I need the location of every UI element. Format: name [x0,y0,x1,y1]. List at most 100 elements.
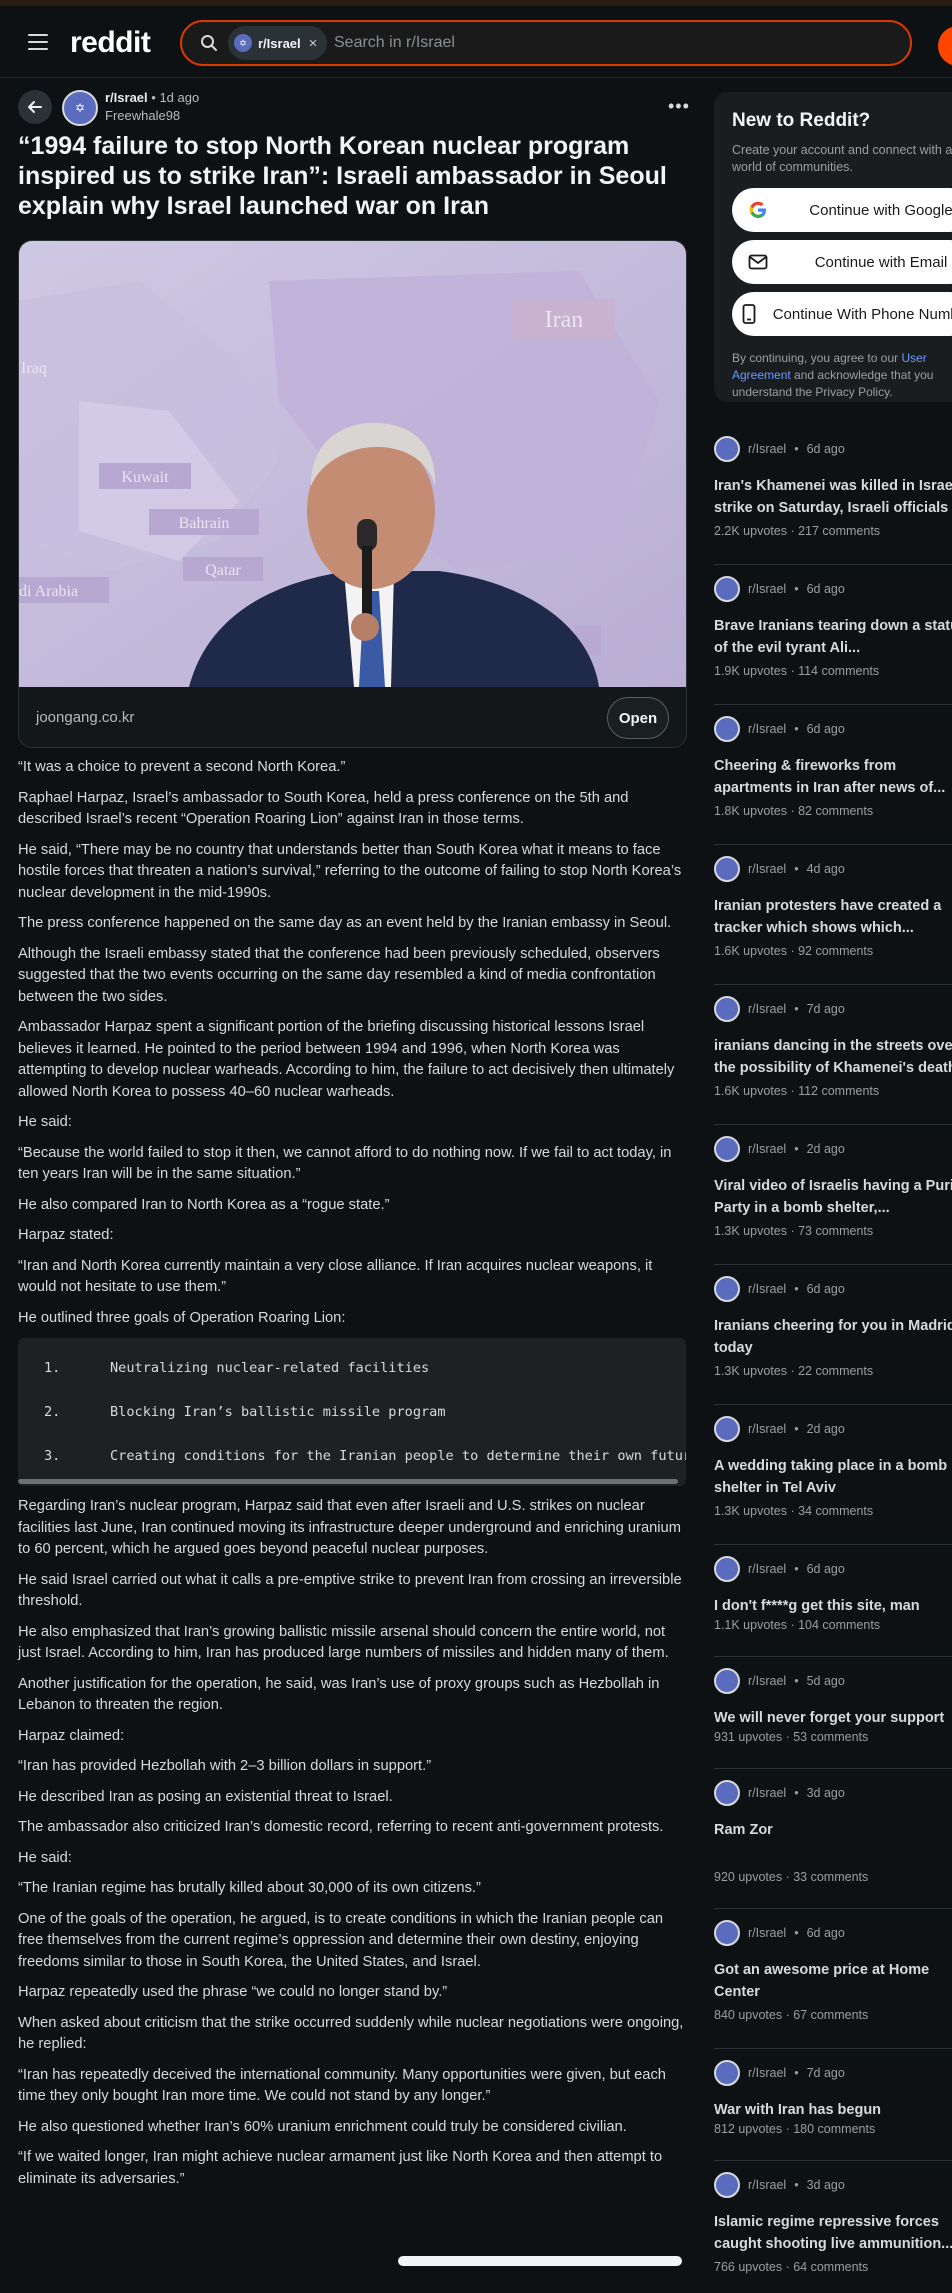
body-paragraph: “Iran has provided Hezbollah with 2–3 bi… [18,1758,432,1774]
related-post-item[interactable]: r/Israel • 6d ago Got an awesome price at H… [714,1920,952,2022]
body-paragraph: He also emphasized that Iran’s growing b… [18,1623,669,1662]
related-subreddit[interactable]: r/Israel [748,1142,786,1156]
signup-card: New to Reddit? Create your account and c… [714,92,952,402]
search-input[interactable]: Search in r/Israel [334,34,455,52]
divider [714,984,952,985]
home-indicator [398,2256,682,2266]
post-meta: r/Israel • 1d ago [105,90,200,105]
related-post-item[interactable]: r/Israel • 3d ago Islamic regime repressive… [714,2172,952,2274]
upvote-count: 2.2K upvotes [714,524,787,538]
related-subreddit[interactable]: r/Israel [748,862,786,876]
body-paragraph: Regarding Iran’s nuclear program, Harpaz… [18,1498,681,1557]
open-link-button[interactable]: Open [607,697,669,739]
top-navbar: reddit ✡ r/Israel × Search in r/Israel [0,6,952,78]
related-post-meta: r/Israel • 7d ago [714,2060,952,2086]
related-post-title[interactable]: Islamic regime repressive forces caught … [714,2212,952,2256]
related-post-item[interactable]: r/Israel • 7d ago War with Iran has begun 81… [714,2060,952,2144]
related-post-title[interactable]: Got an awesome price at Home Center [714,1960,952,2004]
search-icon [201,35,217,51]
upvote-count: 920 upvotes [714,1870,783,1884]
related-post-title[interactable]: Iran's Khamenei was killed in Israeli st… [714,476,952,520]
related-post-title[interactable]: A wedding taking place in a bomb shelter… [714,1456,952,1500]
subreddit-avatar [714,1920,740,1946]
related-subreddit[interactable]: r/Israel [748,1282,786,1296]
code-line: 2. Blocking Iran’s ballistic missile prog… [18,1390,686,1434]
related-post-meta: r/Israel • 5d ago [714,1668,952,1694]
related-post-title[interactable]: Iranians cheering for you in Madrid toda… [714,1316,952,1360]
related-subreddit[interactable]: r/Israel [748,1002,786,1016]
related-subreddit[interactable]: r/Israel [748,442,786,456]
search-bar[interactable]: ✡ r/Israel × Search in r/Israel [180,20,912,66]
body-paragraph: Harpaz claimed: [18,1727,125,1744]
subreddit-avatar [714,1276,740,1302]
body-paragraph: “The Iranian regime has brutally killed … [18,1880,481,1896]
related-subreddit[interactable]: r/Israel [748,1926,786,1940]
continue-phone-button[interactable]: Continue With Phone Number [732,292,952,336]
subreddit-link[interactable]: r/Israel [105,90,148,105]
meta-separator: • [794,862,799,876]
related-post-title[interactable]: Iranian protesters have created a tracke… [714,896,952,940]
related-post-item[interactable]: r/Israel • 4d ago Iranian protesters have c… [714,856,952,958]
reddit-logo[interactable]: reddit [70,26,151,60]
subreddit-avatar [714,1668,740,1694]
related-post-title[interactable]: Cheering & fireworks from apartments in … [714,756,952,800]
related-subreddit[interactable]: r/Israel [748,722,786,736]
subreddit-avatar[interactable]: ✡ [62,90,98,126]
code-line: 1. Neutralizing nuclear-related facilitie… [18,1346,686,1390]
related-post-title[interactable]: Viral video of Israelis having a Purim P… [714,1176,952,1220]
comment-count: 104 comments [798,1618,881,1632]
code-scrollbar[interactable] [18,1479,678,1484]
body-paragraph: He said: [18,1114,72,1130]
subreddit-filter-chip[interactable]: ✡ r/Israel × [228,26,328,60]
related-post-meta: r/Israel • 6d ago [714,436,952,462]
related-subreddit[interactable]: r/Israel [748,1674,786,1688]
related-post-stats: 812 upvotes · 180 comments [714,2122,876,2136]
related-post-title[interactable]: Brave Iranians tearing down a statue of … [714,616,952,660]
related-age: 6d ago [806,1562,845,1576]
upvote-count: 766 upvotes [714,2260,783,2274]
related-post-title[interactable]: Ram Zor [714,1820,952,1864]
related-subreddit[interactable]: r/Israel [748,1422,786,1436]
more-options-icon[interactable]: ••• [668,96,690,117]
meta-separator: • [794,1674,799,1688]
related-post-item[interactable]: r/Israel • 6d ago I don't f****g get this s… [714,1556,952,1640]
related-post-item[interactable]: r/Israel • 6d ago Brave Iranians tearing do… [714,576,952,678]
back-button[interactable] [18,90,52,124]
related-post-meta: r/Israel • 3d ago [714,1780,952,1806]
related-age: 7d ago [806,2066,845,2080]
related-post-item[interactable]: r/Israel • 6d ago Cheering & fireworks from… [714,716,952,818]
related-post-item[interactable]: r/Israel • 2d ago Viral video of Israelis h… [714,1136,952,1238]
link-preview-card[interactable]: Iran Iraq Kuwait Bahrain Qatar di Arabia… [18,240,687,748]
related-post-item[interactable]: r/Israel • 3d ago Ram Zor 920 upvotes · 33 c… [714,1780,952,1884]
link-domain[interactable]: joongang.co.kr [36,709,134,726]
close-icon[interactable]: × [309,35,318,52]
post-author[interactable]: Freewhale98 [105,108,180,123]
related-subreddit[interactable]: r/Israel [748,2066,786,2080]
profile-avatar[interactable] [938,26,952,66]
related-subreddit[interactable]: r/Israel [748,582,786,596]
related-post-item[interactable]: r/Israel • 2d ago A wedding taking place in… [714,1416,952,1518]
related-post-title[interactable]: iranians dancing in the streets over the… [714,1036,952,1080]
related-post-item[interactable]: r/Israel • 5d ago We will never forget your… [714,1668,952,1752]
body-paragraph: He said Israel carried out what it calls… [18,1571,682,1610]
continue-email-button[interactable]: Continue with Email [732,240,952,284]
related-post-item[interactable]: r/Israel • 6d ago Iran's Khamenei was kille… [714,436,952,538]
divider [714,2048,952,2049]
phone-icon [738,304,761,324]
related-post-item[interactable]: r/Israel • 7d ago iranians dancing in the s… [714,996,952,1098]
continue-google-button[interactable]: Continue with Google [732,188,952,232]
related-subreddit[interactable]: r/Israel [748,1786,786,1800]
menu-icon[interactable] [28,34,48,50]
meta-separator: • [794,1926,799,1940]
related-subreddit[interactable]: r/Israel [748,1562,786,1576]
upvote-count: 1.9K upvotes [714,664,787,678]
related-post-meta: r/Israel • 6d ago [714,1920,952,1946]
related-subreddit[interactable]: r/Israel [748,2178,786,2192]
subreddit-avatar [714,1780,740,1806]
divider [714,1124,952,1125]
related-post-item[interactable]: r/Israel • 6d ago Iranians cheering for you… [714,1276,952,1378]
comment-count: 92 comments [798,944,874,958]
subreddit-avatar [714,856,740,882]
comment-count: 33 comments [793,1870,869,1884]
related-age: 6d ago [806,1926,845,1940]
